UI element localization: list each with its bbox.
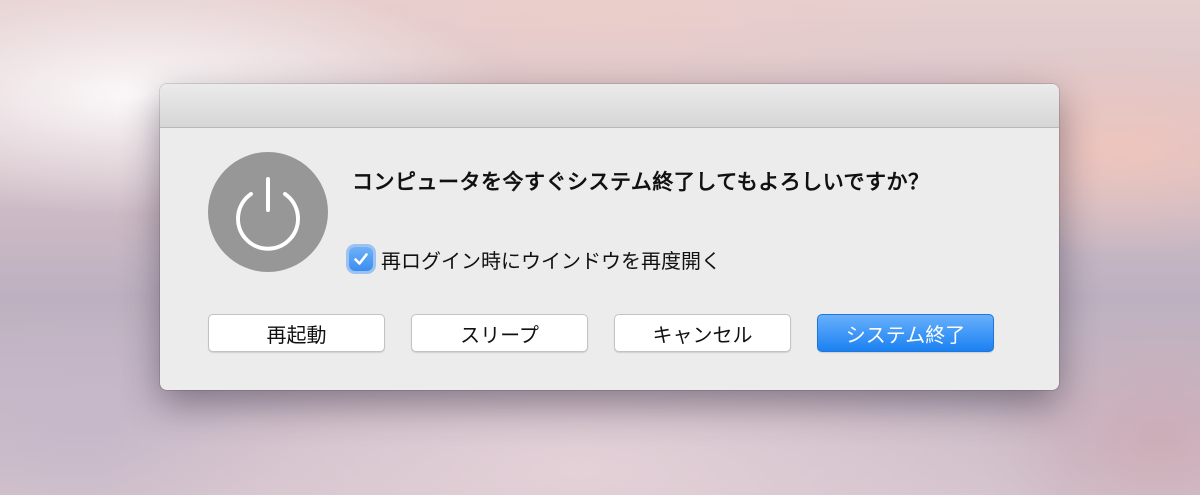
desktop-background: コンピュータを今すぐシステム終了してもよろしいですか？ 再ログイン時にウインドウ… [0,0,1200,495]
power-symbol-icon [236,177,300,251]
dialog-titlebar [160,84,1059,128]
checkmark-icon [354,253,368,265]
reopen-windows-option[interactable]: 再ログイン時にウインドウを再度開く [349,244,721,274]
shutdown-dialog: コンピュータを今すぐシステム終了してもよろしいですか？ 再ログイン時にウインドウ… [160,84,1059,390]
reopen-windows-checkbox[interactable] [349,247,373,271]
dialog-message: コンピュータを今すぐシステム終了してもよろしいですか？ [352,170,930,194]
sleep-button[interactable]: スリープ [411,314,588,352]
cancel-button[interactable]: キャンセル [614,314,791,352]
power-icon [208,152,328,272]
shutdown-button[interactable]: システム終了 [817,314,994,352]
restart-button[interactable]: 再起動 [208,314,385,352]
reopen-windows-label[interactable]: 再ログイン時にウインドウを再度開く [381,245,721,274]
